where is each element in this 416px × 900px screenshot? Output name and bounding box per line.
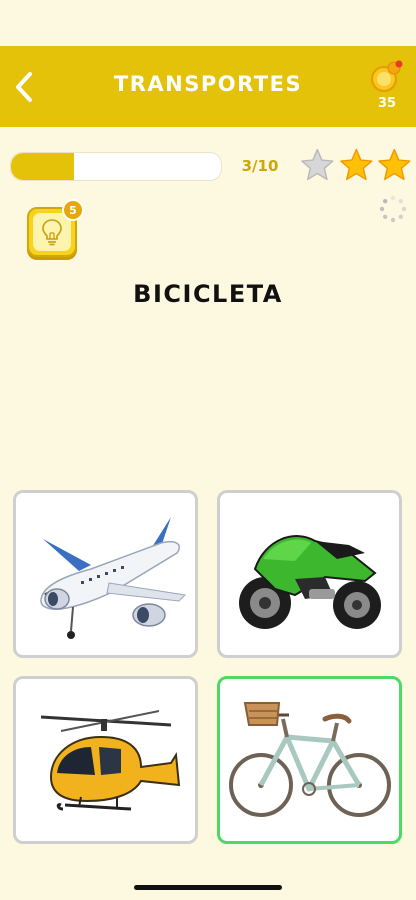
bicycle-icon (228, 702, 391, 817)
option-card-airplane[interactable] (13, 490, 198, 658)
star-icon (339, 148, 373, 181)
hint-count-badge: 5 (62, 199, 84, 221)
lightbulb-icon (42, 219, 62, 246)
star-rating (300, 147, 412, 185)
star-icon (378, 148, 411, 181)
question-word: BICICLETA (133, 280, 283, 308)
option-card-motorcycle[interactable] (217, 490, 402, 658)
home-indicator (134, 885, 282, 890)
coin-icon (371, 60, 403, 92)
progress-counter: 3/10 (241, 157, 279, 175)
header-bar: TRANSPORTES 35 (0, 46, 416, 127)
progress-bar (10, 152, 222, 181)
option-card-bicycle[interactable] (217, 676, 402, 844)
option-card-helicopter[interactable] (13, 676, 198, 844)
loading-spinner-icon (379, 195, 407, 223)
motorcycle-icon (238, 535, 381, 629)
page-title: TRANSPORTES (113, 72, 303, 96)
star-icon (301, 148, 334, 181)
airplane-icon (39, 517, 186, 639)
coin-count: 35 (377, 96, 397, 111)
coins-button[interactable]: 35 (366, 60, 408, 118)
helicopter-icon (40, 710, 180, 811)
progress-fill (11, 153, 74, 180)
